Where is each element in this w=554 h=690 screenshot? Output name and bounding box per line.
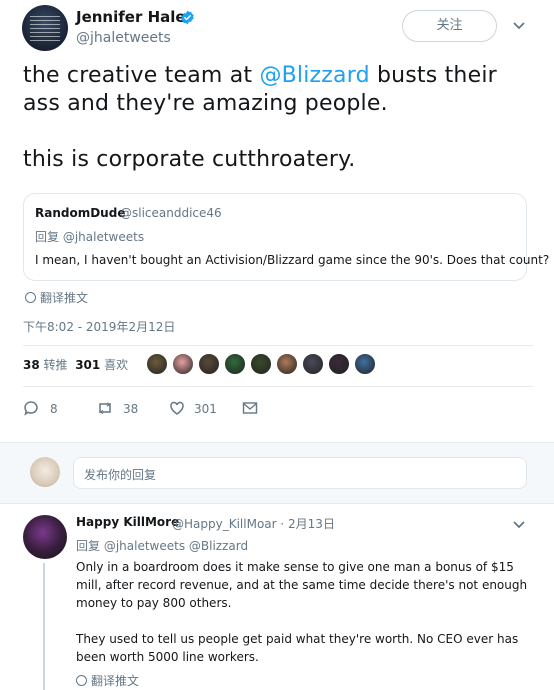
quoted-tweet[interactable]: RandomDude @sliceanddice46 回复 @jhaletwee… xyxy=(23,193,550,281)
author-name[interactable]: Jennifer Hale xyxy=(76,8,186,26)
reply-icon xyxy=(24,401,38,416)
main-tweet: Jennifer Hale @jhaletweets 关注 the creati… xyxy=(0,0,554,442)
retweet-icon xyxy=(99,402,111,415)
reply-paragraph: They used to tell us people get paid wha… xyxy=(76,632,519,664)
mention-link[interactable]: @Blizzard xyxy=(259,63,369,88)
liker-avatar[interactable] xyxy=(302,353,324,375)
translate-label: 翻译推文 xyxy=(91,674,140,688)
translate-label: 翻译推文 xyxy=(40,291,89,305)
reply-meta: @Happy_KillMoar · 2月13日 xyxy=(172,515,335,532)
author-handle[interactable]: @jhaletweets xyxy=(76,30,171,46)
retweet-action-count: 38 xyxy=(123,402,139,416)
avatar-text-graphic xyxy=(30,15,60,41)
tweet-text: the creative team at @Blizzard busts the… xyxy=(23,62,533,174)
reply-date[interactable]: · 2月13日 xyxy=(280,517,335,531)
reply-text: Only in a boardroom does it make sense t… xyxy=(76,558,531,684)
retweet-count[interactable]: 38 xyxy=(23,358,40,372)
reply-count: 8 xyxy=(50,402,58,416)
chevron-down-icon[interactable] xyxy=(513,22,525,30)
tweet-text-part: the creative team at xyxy=(23,63,260,88)
like-action-count: 301 xyxy=(194,402,217,416)
reply-author-avatar[interactable] xyxy=(23,515,67,559)
heart-icon xyxy=(170,401,184,415)
liker-avatar[interactable] xyxy=(198,353,220,375)
globe-icon xyxy=(76,675,87,686)
thread-line xyxy=(43,563,45,690)
like-count[interactable]: 301 xyxy=(75,358,100,372)
retweet-stat-label: 转推 xyxy=(43,358,68,372)
quote-text: I mean, I haven't bought an Activision/B… xyxy=(35,253,550,267)
tweet-stats: 38 转推 301 喜欢 xyxy=(23,356,128,373)
reply-input[interactable]: 发布你的回复 xyxy=(73,457,527,489)
divider xyxy=(23,386,533,387)
envelope-icon xyxy=(242,402,258,414)
follow-button[interactable]: 关注 xyxy=(402,10,497,42)
reply-context: 回复 @jhaletweets @Blizzard xyxy=(76,537,248,554)
liker-avatar[interactable] xyxy=(146,353,168,375)
liker-avatar[interactable] xyxy=(250,353,272,375)
reply-composer: 发布你的回复 xyxy=(0,442,554,504)
liker-avatar[interactable] xyxy=(328,353,350,375)
like-stat-label: 喜欢 xyxy=(104,358,129,372)
quote-reply-mention[interactable]: @jhaletweets xyxy=(63,230,144,244)
liker-avatar[interactable] xyxy=(354,353,376,375)
reply-author-handle[interactable]: @Happy_KillMoar xyxy=(172,517,277,531)
tweet-timestamp[interactable]: 下午8:02 - 2019年2月12日 xyxy=(23,318,175,335)
liker-avatar[interactable] xyxy=(224,353,246,375)
user-avatar xyxy=(30,457,60,487)
reply-tweet[interactable]: Happy KillMore @Happy_KillMoar · 2月13日 回… xyxy=(0,505,554,690)
reply-prefix: 回复 xyxy=(76,539,101,553)
verified-badge-icon xyxy=(181,10,194,25)
globe-icon xyxy=(25,292,36,303)
reply-paragraph: Only in a boardroom does it make sense t… xyxy=(76,560,528,610)
reply-translate-link[interactable]: 翻译推文 xyxy=(76,672,139,689)
reply-author-name[interactable]: Happy KillMore xyxy=(76,515,179,529)
chevron-down-icon[interactable] xyxy=(513,521,525,529)
translate-link[interactable]: 翻译推文 xyxy=(25,289,88,306)
reply-prefix: 回复 xyxy=(35,230,60,244)
quote-author-name: RandomDude xyxy=(35,206,126,220)
quote-reply-context: 回复 @jhaletweets xyxy=(35,228,144,245)
liker-avatar[interactable] xyxy=(172,353,194,375)
reply-to-mentions[interactable]: @jhaletweets @Blizzard xyxy=(104,539,248,553)
liker-avatars xyxy=(146,353,380,377)
liker-avatar[interactable] xyxy=(276,353,298,375)
author-avatar[interactable] xyxy=(22,5,68,51)
quote-author-handle: @sliceanddice46 xyxy=(120,206,222,220)
divider xyxy=(23,345,533,346)
